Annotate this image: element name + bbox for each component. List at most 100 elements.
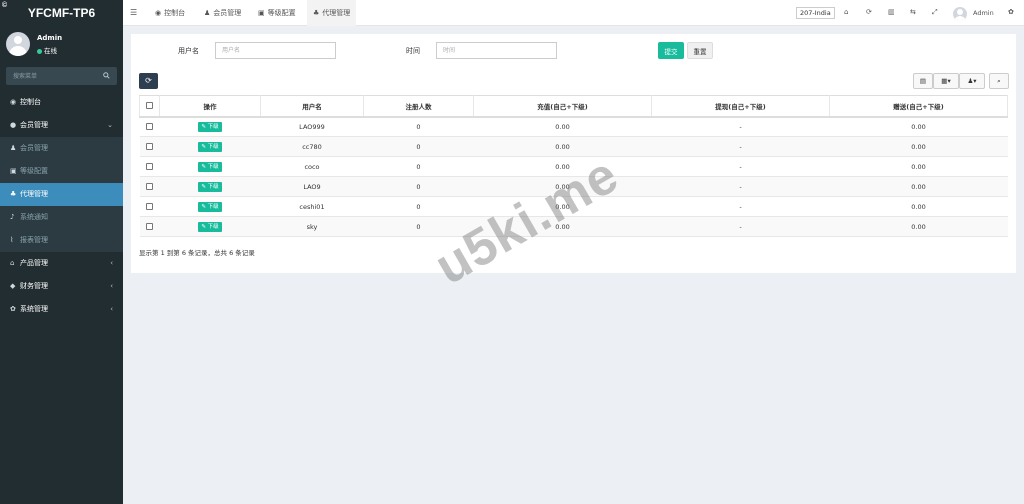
column-header: 用户名 xyxy=(260,95,364,118)
columns-icon: ▦▾ xyxy=(941,77,951,85)
withdraw-cell: - xyxy=(651,116,830,137)
action-cell: ✎ 下级 xyxy=(159,136,261,157)
sidebar-item-label: 会员管理 xyxy=(20,144,48,152)
sidebar-search-input[interactable] xyxy=(6,67,96,85)
trash-icon[interactable]: ▥ xyxy=(888,8,895,16)
row-checkbox[interactable] xyxy=(146,183,153,190)
tab-levels[interactable]: ▣ 等级配置 xyxy=(252,0,302,26)
fullscreen-icon[interactable]: ⤢ xyxy=(932,8,938,17)
registered-cell: 0 xyxy=(363,136,474,157)
username-label: 用户名 xyxy=(178,47,199,55)
sitemap-icon: ♣ xyxy=(313,9,320,17)
column-header: 赠送(自己+下级) xyxy=(829,95,1008,118)
select-all-cell xyxy=(139,95,160,118)
subordinate-button[interactable]: ✎ 下级 xyxy=(198,201,222,212)
username-cell: cc780 xyxy=(260,136,364,157)
reset-button[interactable]: 重置 xyxy=(687,42,713,59)
gift-cell: 0.00 xyxy=(829,176,1008,197)
withdraw-cell: - xyxy=(651,176,830,197)
sidebar-item-notices[interactable]: ♪ 系统通知 xyxy=(0,206,123,229)
topbar-avatar[interactable] xyxy=(953,7,967,21)
sidebar-item-label: 会员管理 xyxy=(20,121,48,129)
gift-cell: 0.00 xyxy=(829,156,1008,177)
online-dot-icon xyxy=(37,48,42,54)
sidebar-item-reports[interactable]: ⌇ 报表管理 xyxy=(0,229,123,252)
username-cell: coco xyxy=(260,156,364,177)
home-icon: ⌂ xyxy=(10,259,15,267)
subordinate-button[interactable]: ✎ 下级 xyxy=(198,121,222,132)
home-icon[interactable]: ⌂ xyxy=(844,8,848,16)
user-panel: Admin 在线 xyxy=(0,26,123,62)
finance-icon: ◆ xyxy=(10,282,16,290)
row-checkbox[interactable] xyxy=(146,203,153,210)
gears-icon: ✿ xyxy=(10,305,16,313)
level-icon: ▣ xyxy=(10,167,17,175)
row-checkbox[interactable] xyxy=(146,223,153,230)
row-checkbox[interactable] xyxy=(146,123,153,131)
registered-cell: 0 xyxy=(363,196,474,217)
subordinate-label: 下级 xyxy=(207,203,219,210)
tab-agents[interactable]: ♣ 代理管理 xyxy=(307,0,357,26)
columns-button[interactable]: ▦▾ xyxy=(933,73,959,89)
search-icon: ⌕ xyxy=(997,77,1001,85)
user-status: 在线 xyxy=(37,45,57,55)
row-checkbox[interactable] xyxy=(146,143,153,150)
withdraw-cell: - xyxy=(651,156,830,177)
dashboard-icon: ◉ xyxy=(155,9,162,17)
tab-label: 代理管理 xyxy=(322,9,351,17)
row-select-cell xyxy=(139,116,160,137)
action-cell: ✎ 下级 xyxy=(159,196,261,217)
subordinate-label: 下级 xyxy=(207,123,219,130)
subordinate-button[interactable]: ✎ 下级 xyxy=(198,141,222,152)
logo[interactable]: © YFCMF-TP6 xyxy=(0,0,123,26)
export-button[interactable]: ♟▾ xyxy=(959,73,985,89)
refresh-button[interactable]: ⟳ xyxy=(139,73,158,89)
refresh-icon[interactable]: ⟳ xyxy=(866,8,872,16)
logo-corner-icon: © xyxy=(2,2,8,9)
search-toggle-button[interactable]: ⌕ xyxy=(989,73,1009,89)
region-badge[interactable]: 207-India xyxy=(796,7,835,19)
user-icon: ♟ xyxy=(10,144,17,152)
recharge-cell: 0.00 xyxy=(473,136,652,157)
time-input[interactable] xyxy=(436,42,557,59)
user-status-text: 在线 xyxy=(44,47,57,55)
table-icon: ▤ xyxy=(919,77,927,85)
withdraw-cell: - xyxy=(651,216,830,237)
action-cell: ✎ 下级 xyxy=(159,216,261,237)
sidebar-item-products[interactable]: ⌂ 产品管理 ‹ xyxy=(0,252,123,275)
gift-cell: 0.00 xyxy=(829,116,1008,137)
gift-cell: 0.00 xyxy=(829,196,1008,217)
submit-button[interactable]: 提交 xyxy=(658,42,684,59)
sidebar-item-finance[interactable]: ◆ 财务管理 ‹ xyxy=(0,275,123,298)
sidebar-item-levels[interactable]: ▣ 等级配置 xyxy=(0,160,123,183)
toggle-view-button[interactable]: ▤ xyxy=(913,73,933,89)
row-checkbox[interactable] xyxy=(146,163,153,170)
tab-dashboard[interactable]: ◉ 控制台 xyxy=(149,0,191,26)
tab-members[interactable]: ♟ 会员管理 xyxy=(198,0,247,26)
search-icon[interactable] xyxy=(103,72,110,79)
subordinate-label: 下级 xyxy=(207,223,219,230)
user-export-icon: ♟▾ xyxy=(967,77,977,85)
sidebar-item-member-group[interactable]: ● 会员管理 ⌄ xyxy=(0,114,123,137)
subordinate-button[interactable]: ✎ 下级 xyxy=(198,161,222,172)
menu-toggle-icon[interactable]: ☰ xyxy=(130,8,137,17)
username-input[interactable] xyxy=(215,42,336,59)
subordinate-button[interactable]: ✎ 下级 xyxy=(198,181,222,192)
sidebar-item-label: 报表管理 xyxy=(20,236,48,244)
row-select-cell xyxy=(139,136,160,157)
sidebar-item-label: 代理管理 xyxy=(20,190,48,198)
sidebar-item-dashboard[interactable]: ◉ 控制台 xyxy=(0,91,123,114)
tab-label: 等级配置 xyxy=(267,9,296,17)
topbar-admin-label[interactable]: Admin xyxy=(973,9,994,17)
select-all-checkbox[interactable] xyxy=(146,102,153,110)
topbar: ☰ ◉ 控制台 ♟ 会员管理 ▣ 等级配置 ♣ 代理管理 207-India ⌂ ⟳ ▥… xyxy=(123,0,1024,26)
sidebar-item-agents[interactable]: ♣ 代理管理 xyxy=(0,183,123,206)
subordinate-button[interactable]: ✎ 下级 xyxy=(198,221,222,232)
sidebar-item-members[interactable]: ♟ 会员管理 xyxy=(0,137,123,160)
withdraw-cell: - xyxy=(651,136,830,157)
gift-cell: 0.00 xyxy=(829,216,1008,237)
level-icon: ▣ xyxy=(258,9,265,17)
sidebar-item-system[interactable]: ✿ 系统管理 ‹ xyxy=(0,298,123,321)
gears-icon[interactable]: ✿ xyxy=(1008,8,1014,16)
language-icon[interactable]: ⇆ xyxy=(910,8,916,16)
